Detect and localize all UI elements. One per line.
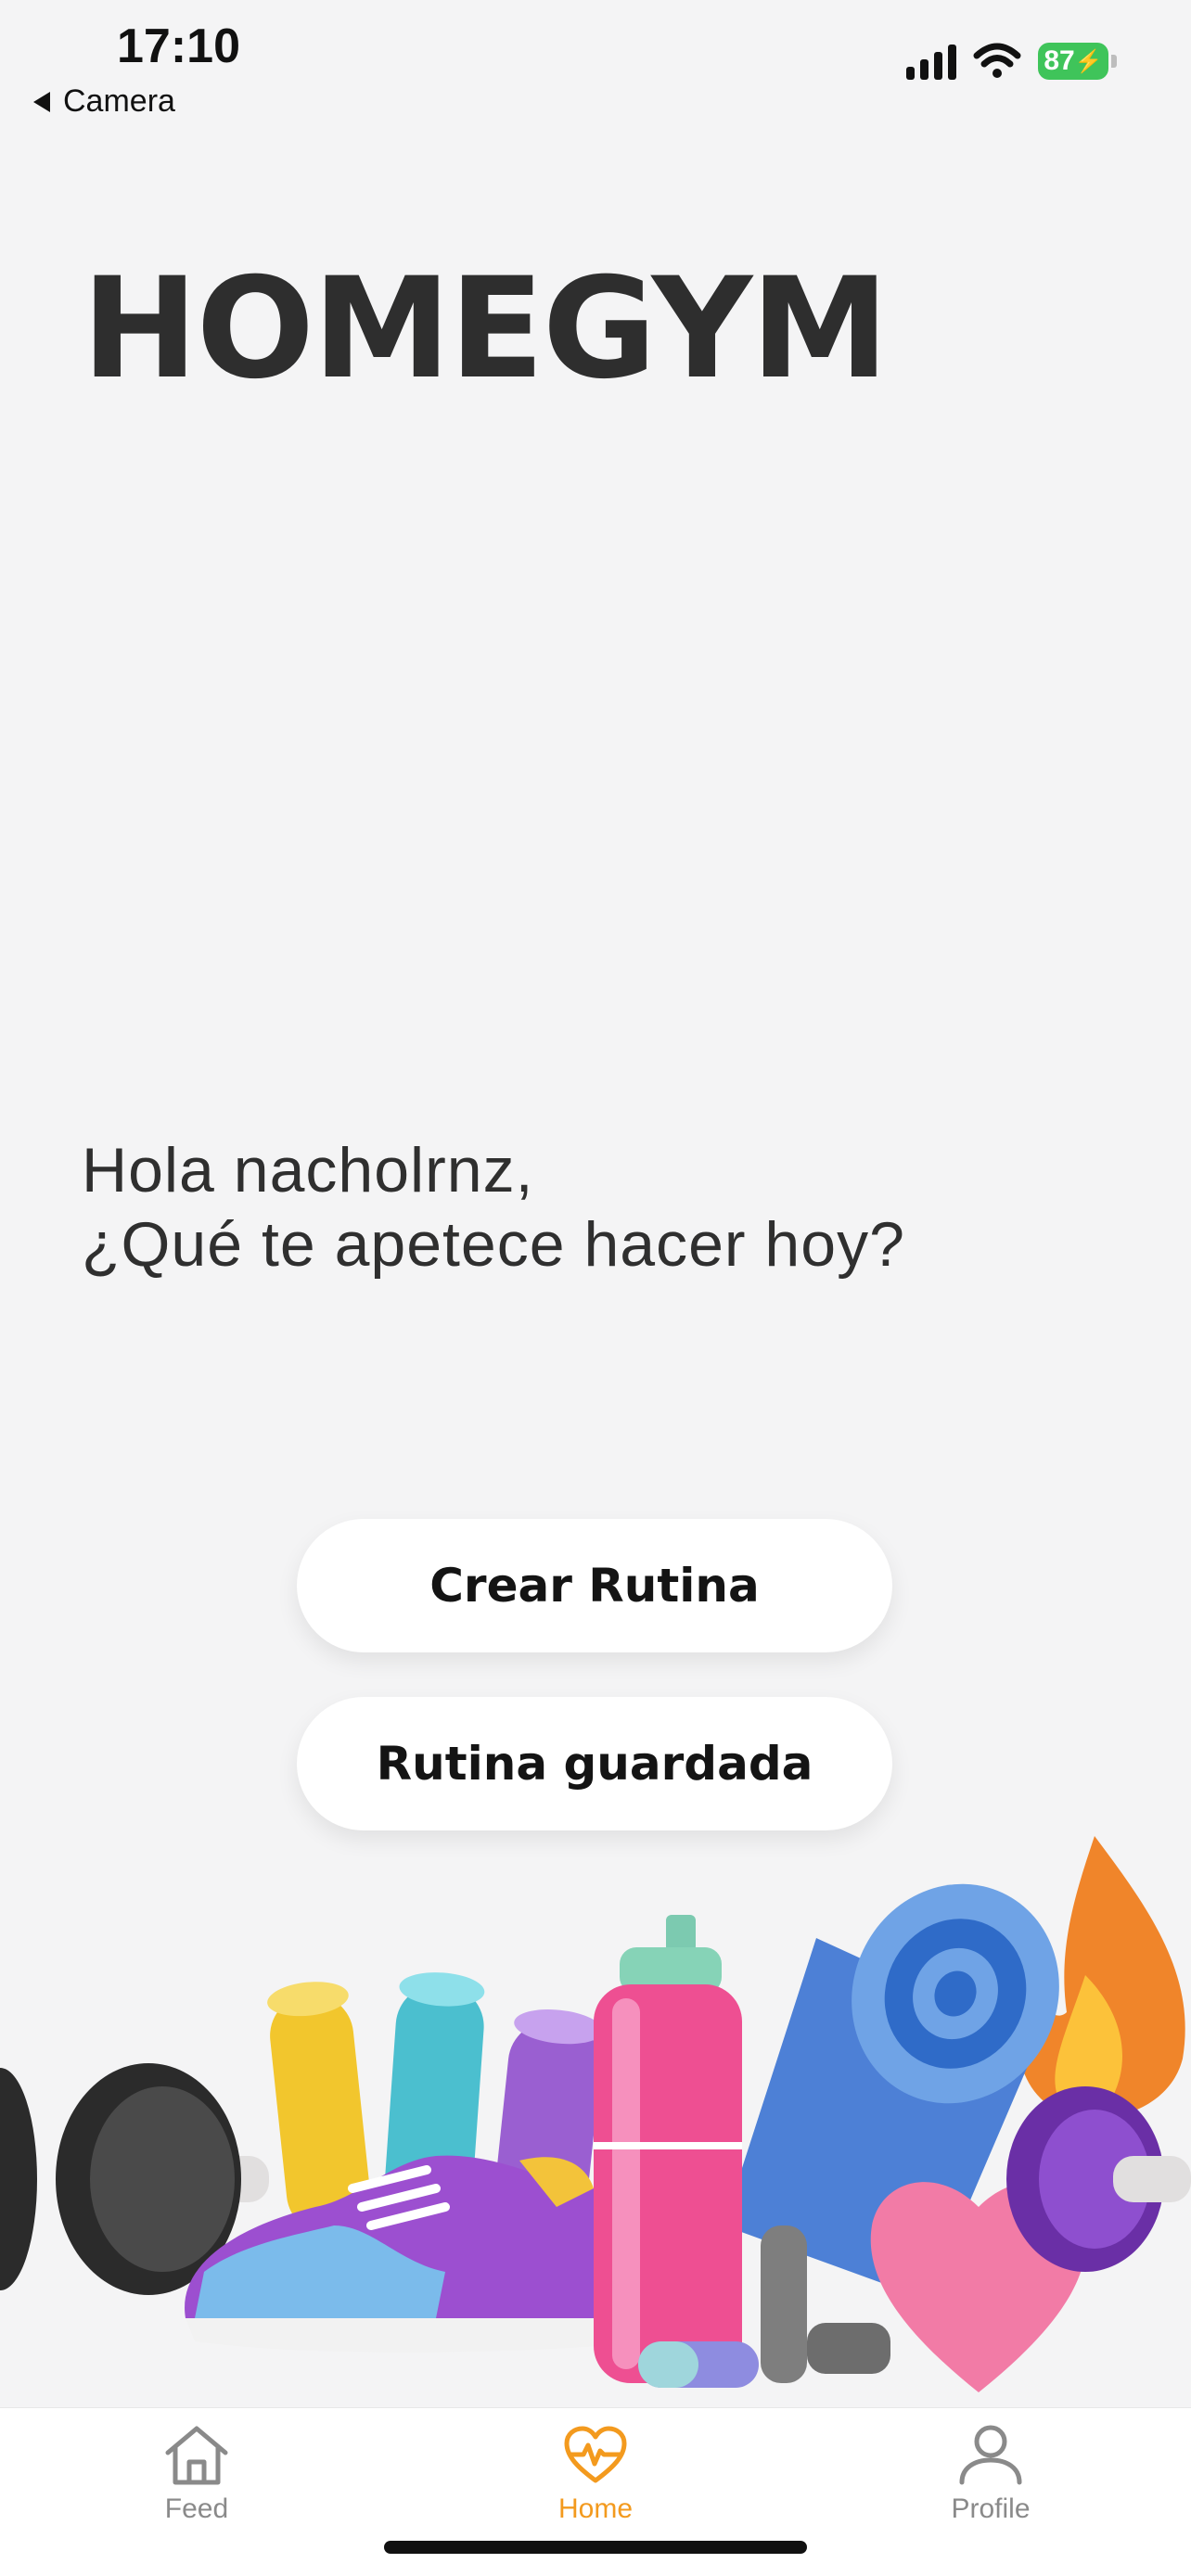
fitness-illustration: [0, 1836, 1191, 2392]
back-arrow-icon: [33, 91, 50, 112]
wifi-icon: [973, 43, 1021, 78]
house-icon: [165, 2426, 228, 2485]
tab-home-label: Home: [557, 2493, 634, 2524]
person-icon: [959, 2425, 1022, 2485]
back-label: Camera: [63, 83, 175, 119]
greeting-text: Hola nacholrnz, ¿Qué te apetece hacer ho…: [82, 1133, 905, 1282]
battery-level: 87: [1044, 45, 1075, 76]
tab-feed[interactable]: Feed: [104, 2423, 289, 2525]
tab-feed-label: Feed: [164, 2493, 229, 2524]
greeting-line-2: ¿Qué te apetece hacer hoy?: [82, 1209, 905, 1280]
tab-home[interactable]: Home: [503, 2423, 688, 2525]
water-bottle-icon: [594, 1915, 742, 2383]
heart-pulse-icon: [564, 2426, 627, 2483]
greeting-line-1: Hola nacholrnz,: [82, 1135, 534, 1205]
back-to-camera-link[interactable]: Camera: [33, 83, 175, 120]
create-routine-button[interactable]: Crear Rutina: [297, 1519, 892, 1652]
battery-icon: 87 ⚡: [1038, 43, 1117, 80]
dumbbell-right: [1006, 2086, 1191, 2272]
tab-profile[interactable]: Profile: [898, 2423, 1083, 2525]
cellular-signal-icon: [906, 43, 956, 80]
saved-routine-button[interactable]: Rutina guardada: [297, 1697, 892, 1830]
home-indicator[interactable]: [384, 2541, 807, 2554]
tab-profile-label: Profile: [951, 2493, 1031, 2524]
app-screen: 17:10 Camera 87 ⚡ HOMEGYM Hola nacholrnz,…: [0, 0, 1191, 2576]
status-icons: 87 ⚡: [906, 43, 1117, 80]
status-time: 17:10: [117, 19, 240, 73]
app-title: HOMEGYM: [82, 249, 889, 410]
